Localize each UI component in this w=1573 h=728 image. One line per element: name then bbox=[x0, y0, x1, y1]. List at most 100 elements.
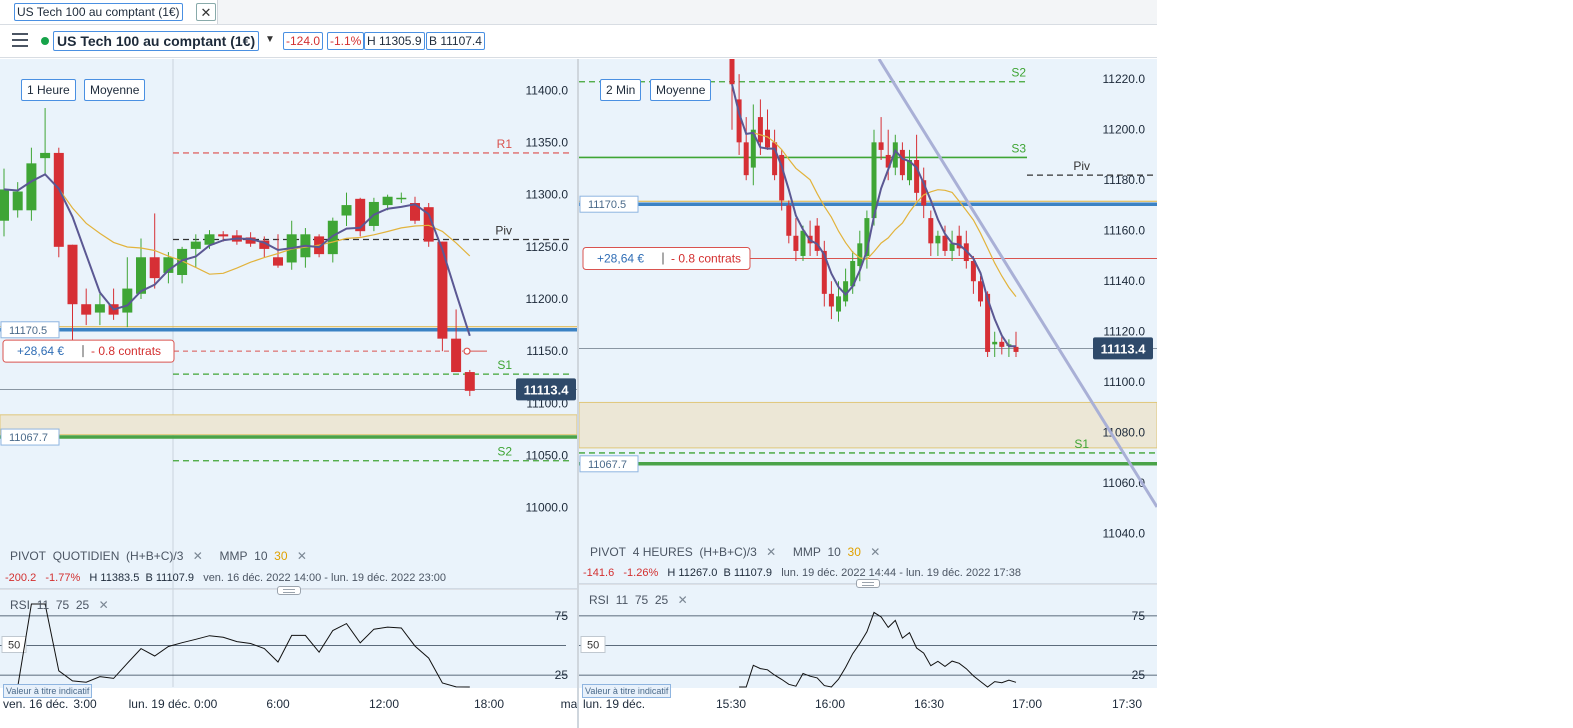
candle-body bbox=[40, 152, 51, 159]
candle-body bbox=[94, 304, 105, 313]
range-change-percent: -1.77% bbox=[45, 572, 81, 584]
time-tick-label: 16:00 bbox=[815, 697, 845, 711]
candle-body bbox=[899, 149, 905, 176]
remove-mmp-close-icon[interactable]: ✕ bbox=[297, 549, 307, 563]
pivot-level-label-s1: S1 bbox=[497, 358, 512, 372]
pivot-formula: (H+B+C)/3 bbox=[699, 545, 757, 559]
hamburger-menu-icon[interactable] bbox=[12, 33, 28, 47]
remove-pivot-close-icon[interactable]: ✕ bbox=[193, 549, 203, 563]
stop-price-label: 11067.7 bbox=[588, 459, 627, 471]
pivot-formula: (H+B+C)/3 bbox=[126, 549, 184, 563]
chart-canvas-1h[interactable]: 11400.0 11350.0 11300.0 11250.0 11200.0 11150… bbox=[0, 59, 577, 728]
candle-body bbox=[190, 241, 201, 249]
position-pnl: +28,64 € bbox=[17, 344, 64, 358]
rsi-lower-label: 25 bbox=[555, 668, 569, 682]
candle-body bbox=[437, 241, 448, 339]
candle-body bbox=[81, 304, 92, 315]
candle-body bbox=[942, 235, 948, 251]
close-icon[interactable]: ✕ bbox=[196, 3, 216, 21]
remove-rsi-close-icon[interactable]: ✕ bbox=[678, 593, 688, 607]
price-tick-label: 11200.0 bbox=[1103, 123, 1146, 137]
candle-body bbox=[464, 372, 475, 391]
resize-handle-icon[interactable] bbox=[856, 579, 880, 588]
remove-pivot-close-icon[interactable]: ✕ bbox=[766, 545, 776, 559]
pivot-level-label-s1: S1 bbox=[1074, 437, 1089, 451]
candle-body bbox=[757, 117, 763, 143]
range-dates: lun. 19 déc. 2022 14:44 - lun. 19 déc. 2… bbox=[781, 567, 1021, 579]
mmp-period-fast: 10 bbox=[254, 549, 268, 563]
pivot-indicator-name: PIVOT bbox=[10, 549, 47, 563]
rsi-period: 11 bbox=[36, 598, 50, 612]
chart-panel-1h: 11400.0 11350.0 11300.0 11250.0 11200.0 11150… bbox=[0, 59, 577, 728]
timeframe-selector[interactable]: 1 Heure bbox=[21, 79, 76, 101]
order-price-label: 11170.5 bbox=[9, 325, 47, 337]
time-tick-label: 6:00 bbox=[266, 697, 290, 711]
chart-panel-2min: 11220.0 11200.0 11180.0 11160.0 11140.0 11120… bbox=[579, 59, 1157, 728]
pivot-level-label-s2: S2 bbox=[1011, 66, 1026, 80]
mmp-period-slow: 30 bbox=[274, 549, 288, 563]
order-price-label: 11170.5 bbox=[588, 199, 626, 211]
candle-body bbox=[0, 189, 9, 221]
price-tick-label: 11000.0 bbox=[526, 501, 569, 515]
remove-rsi-close-icon[interactable]: ✕ bbox=[99, 598, 109, 612]
candle-body bbox=[857, 243, 863, 267]
support-zone bbox=[579, 401, 1157, 449]
price-change: -124.0 bbox=[283, 32, 324, 50]
pivot-level-label-r1: R1 bbox=[497, 137, 513, 151]
candle-body bbox=[828, 293, 834, 307]
candle-body bbox=[928, 218, 934, 244]
tab-bar: US Tech 100 au comptant (1€) ✕ bbox=[0, 0, 1157, 25]
tab-title[interactable]: US Tech 100 au comptant (1€) bbox=[14, 3, 183, 21]
rsi-legend: RSI 11 75 25 ✕ bbox=[10, 598, 109, 612]
instrument-selector[interactable]: US Tech 100 au comptant (1€) bbox=[53, 31, 260, 51]
price-change-percent: -1.1% bbox=[327, 32, 365, 50]
range-stats: -141.6 -1.26% H 11267.0 B 11107.9 lun. 1… bbox=[583, 567, 1021, 579]
indicative-value-note: Valeur à titre indicatif bbox=[582, 684, 672, 698]
candle-body bbox=[743, 142, 749, 176]
chart-canvas-2min[interactable]: 11220.011200.011180.011160.011140.011120… bbox=[579, 59, 1157, 728]
pivot-period: QUOTIDIEN bbox=[52, 549, 120, 563]
candle-body bbox=[355, 198, 366, 232]
time-tick-label: 17:00 bbox=[1012, 697, 1042, 711]
support-zone bbox=[0, 414, 577, 436]
range-low: B 11107.9 bbox=[723, 567, 773, 579]
price-tick-label: 11040.0 bbox=[1103, 527, 1146, 541]
position-size: - 0.8 contrats bbox=[671, 251, 741, 265]
mmp-indicator-name: MMP bbox=[792, 545, 821, 559]
chart-style-selector[interactable]: Moyenne bbox=[650, 79, 712, 101]
resize-handle-icon[interactable] bbox=[277, 586, 301, 595]
chevron-down-icon[interactable]: ▼ bbox=[265, 34, 275, 45]
market-open-status-icon bbox=[41, 37, 49, 45]
rsi-upper-label: 75 bbox=[555, 609, 569, 623]
tab-us-tech-100[interactable]: US Tech 100 au comptant (1€) ✕ bbox=[0, 0, 218, 24]
candle-body bbox=[67, 244, 78, 305]
remove-mmp-close-icon[interactable]: ✕ bbox=[870, 545, 880, 559]
time-tick-label: 16:30 bbox=[914, 697, 944, 711]
timeframe-selector[interactable]: 2 Min bbox=[600, 79, 642, 101]
rsi-upper: 75 bbox=[55, 598, 70, 612]
mmp-period-slow: 30 bbox=[847, 545, 861, 559]
price-tick-label: 11300.0 bbox=[526, 188, 569, 202]
price-area-bg bbox=[579, 59, 1157, 584]
current-price-value: 11113.4 bbox=[1101, 341, 1147, 356]
price-tick-label: 11400.0 bbox=[526, 83, 569, 97]
candle-body bbox=[772, 142, 778, 176]
range-change: -200.2 bbox=[5, 572, 37, 584]
candle-body bbox=[999, 341, 1005, 347]
indicator-legend: PIVOT QUOTIDIEN (H+B+C)/3 ✕ MMP 10 30 ✕ bbox=[10, 549, 307, 563]
range-stats: -200.2 -1.77% H 11383.5 B 11107.9 ven. 1… bbox=[5, 572, 446, 584]
rsi-lower: 25 bbox=[654, 593, 669, 607]
candle-body bbox=[382, 196, 393, 206]
candle-body bbox=[149, 257, 160, 279]
chart-style-selector[interactable]: Moyenne bbox=[84, 79, 146, 101]
time-tick-label: ma bbox=[561, 697, 577, 711]
position-marker bbox=[463, 347, 471, 355]
current-price-value: 11113.4 bbox=[524, 382, 570, 397]
pivot-level-label-piv: Piv bbox=[1073, 159, 1090, 173]
range-change-percent: -1.26% bbox=[623, 567, 659, 579]
candle-body bbox=[396, 197, 407, 200]
candle-body bbox=[341, 205, 352, 216]
rsi-legend: RSI 11 75 25 ✕ bbox=[589, 593, 688, 607]
time-tick-label: lun. 19 déc. 0:00 bbox=[129, 697, 218, 711]
high-price: H 11305.9 bbox=[364, 32, 425, 50]
